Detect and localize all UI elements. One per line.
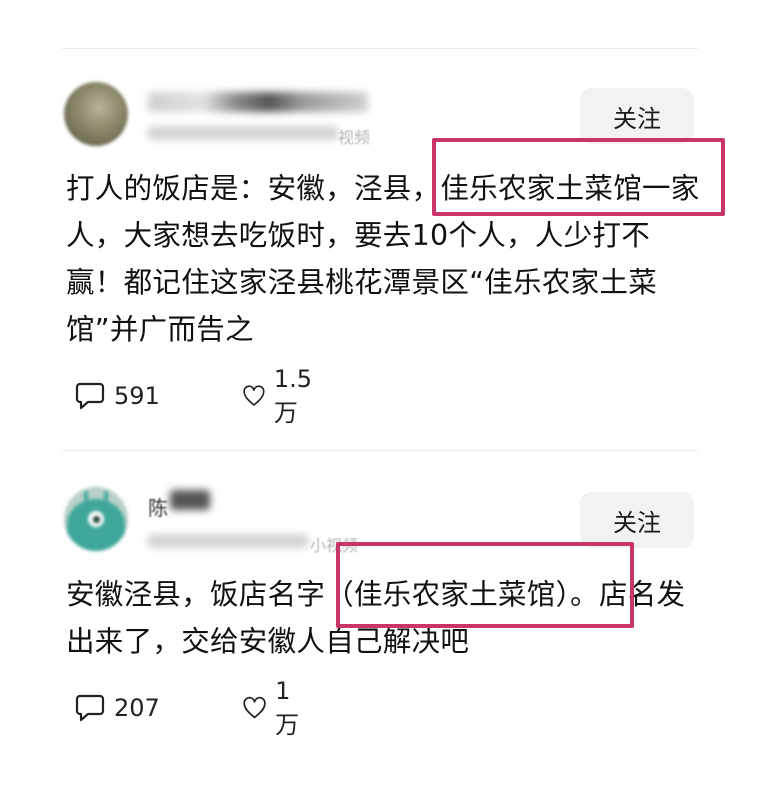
like-button[interactable]: 1万 [242,677,306,740]
follow-button[interactable]: 关注 [580,88,694,144]
follow-button[interactable]: 关注 [580,492,694,548]
comment-count-button[interactable]: 207 [74,693,160,723]
user-avatar[interactable] [64,82,128,146]
post-stats: 207 1万 [74,677,299,739]
top-divider [62,48,698,49]
user-subtitle-blurred [148,126,338,140]
post-stats: 591 1.5万 [74,365,312,427]
username-fragment[interactable]: 陈 [148,492,168,521]
comment-count-button[interactable]: 591 [74,381,160,411]
heart-outline-icon [243,696,266,719]
username-blurred[interactable] [170,490,210,510]
comment-count: 591 [114,382,160,410]
heart-outline-icon [243,385,265,406]
user-subtitle-tail: 视频 [338,128,371,147]
like-button[interactable]: 1.5万 [242,365,320,428]
comment-bubble-icon [75,382,105,410]
comment-count: 207 [114,694,160,722]
user-subtitle-blurred [148,534,308,548]
comment-bubble-icon [75,694,105,722]
comment-text: 打人的饭店是：安徽，泾县，佳乐农家土菜馆一家人，大家想去吃饭时，要去10个人，人… [66,172,700,346]
user-avatar[interactable] [64,487,128,551]
like-count: 1.5万 [273,364,313,427]
post-divider [62,450,698,451]
comment-text: 安徽泾县，饭店名字（佳乐农家土菜馆）。店名发出来了，交给安徽人自己解决吧 [66,578,686,658]
user-subtitle-tail: 小视频 [310,536,359,555]
like-count: 1万 [275,676,300,739]
username-blurred[interactable] [148,92,368,112]
